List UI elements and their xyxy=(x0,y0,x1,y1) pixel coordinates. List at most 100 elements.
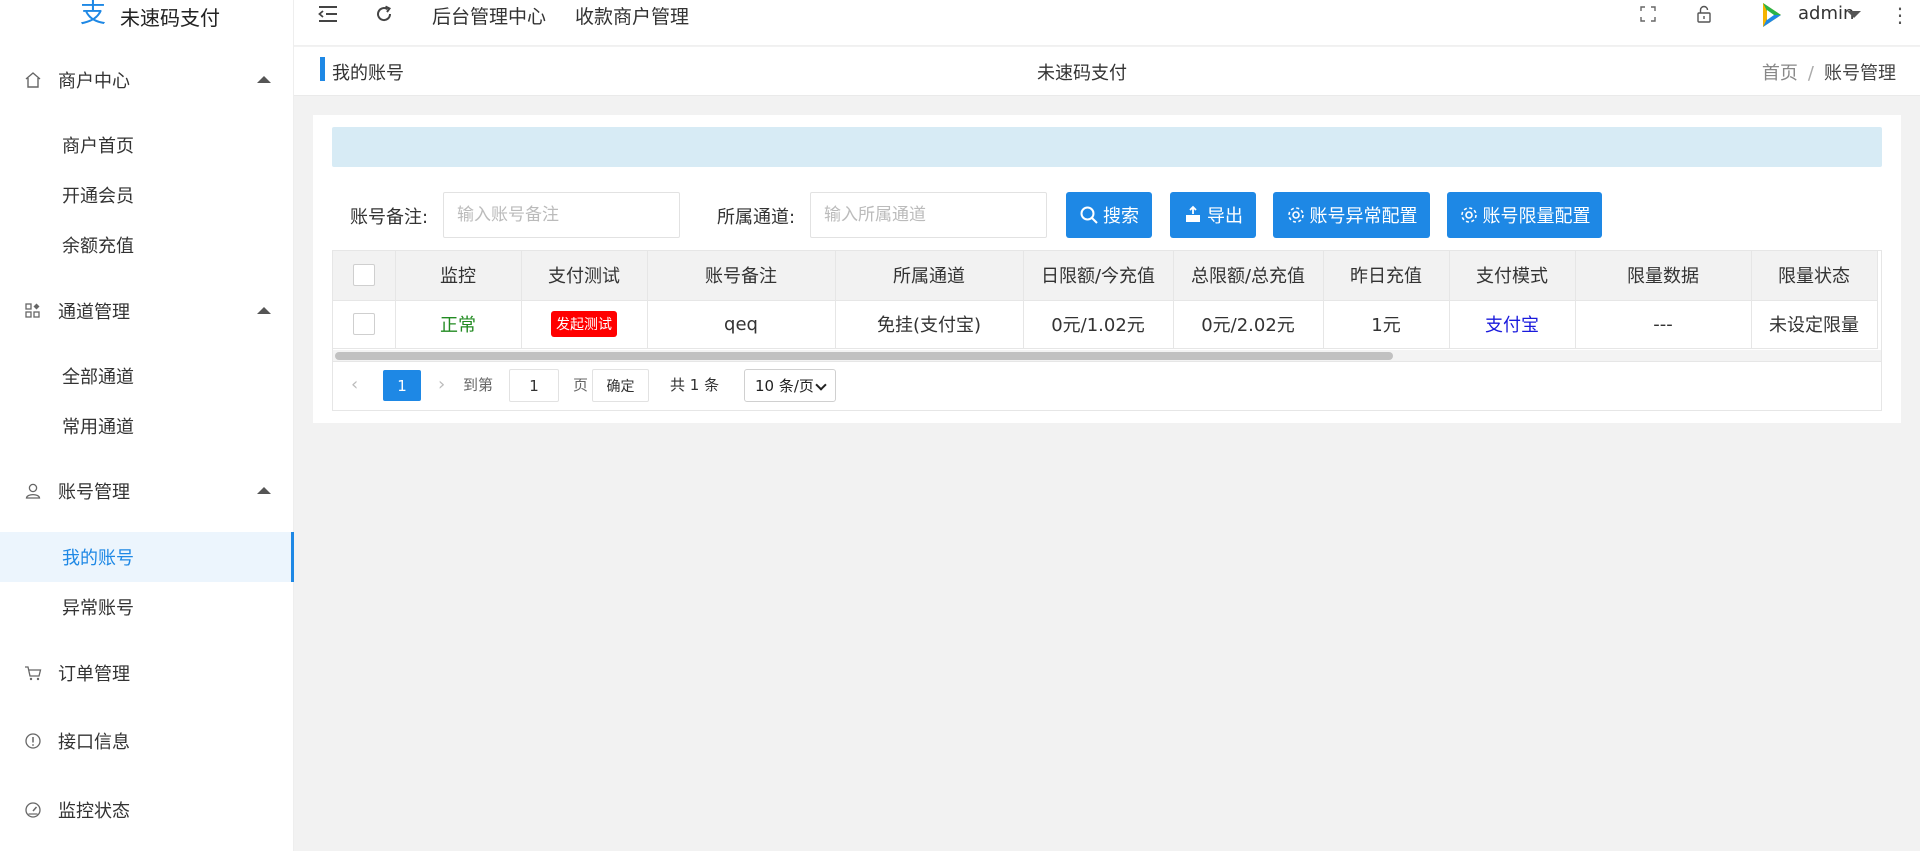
sidebar-item-merchant-home[interactable]: 商户首页 xyxy=(0,120,293,170)
row-checkbox[interactable] xyxy=(352,313,375,335)
abnormal-config-button[interactable]: 账号异常配置 xyxy=(1273,192,1430,238)
yesterday-recharge: 1元 xyxy=(1323,300,1450,349)
search-button-label: 搜索 xyxy=(1103,206,1139,227)
alipay-logo-icon: 支 xyxy=(80,0,106,28)
app-logo[interactable]: 支 未速码支付 xyxy=(0,0,293,32)
current-page-button[interactable]: 1 xyxy=(383,370,421,401)
pay-test-cell: 发起测试 xyxy=(521,300,648,349)
sidebar-group-label: 接口信息 xyxy=(58,732,130,753)
account-channel: 免挂(支付宝) xyxy=(835,300,1024,349)
sidebar: 支 未速码支付 商户中心 商户首页 开通会员 余额充值 通道管理 全部通道 常用… xyxy=(0,0,294,851)
goto-page-input[interactable] xyxy=(509,369,559,402)
info-icon xyxy=(24,732,42,750)
lock-icon[interactable] xyxy=(1691,1,1717,27)
breadcrumb-home[interactable]: 首页 xyxy=(1762,63,1798,84)
pay-test-button[interactable]: 发起测试 xyxy=(551,311,617,337)
caret-up-icon xyxy=(257,307,271,314)
user-name[interactable]: admin xyxy=(1798,3,1854,24)
limit-config-label: 账号限量配置 xyxy=(1482,206,1591,227)
accounts-table[interactable]: 监控 支付测试 账号备注 所属通道 日限额/今充值 总限额/总充值 昨日充值 支… xyxy=(332,250,1882,362)
sidebar-item-my-account[interactable]: 我的账号 xyxy=(0,532,294,582)
user-icon xyxy=(24,482,42,500)
sidebar-group-channel[interactable]: 通道管理 xyxy=(0,286,293,336)
column-header: 监控 xyxy=(395,251,522,301)
title-accent xyxy=(320,57,325,81)
limit-config-button[interactable]: 账号限量配置 xyxy=(1447,192,1602,238)
grid-icon xyxy=(24,302,42,320)
fullscreen-icon[interactable] xyxy=(1635,1,1661,27)
limit-status: 未设定限量 xyxy=(1751,300,1878,349)
breadcrumb-bar: 我的账号 未速码支付 首页 / 账号管理 xyxy=(294,47,1920,96)
export-button[interactable]: 导出 xyxy=(1170,192,1256,238)
chevron-down-icon xyxy=(815,379,827,391)
avatar[interactable] xyxy=(1756,0,1786,30)
sidebar-item-recharge[interactable]: 余额充值 xyxy=(0,220,293,270)
limit-data: --- xyxy=(1575,300,1752,349)
horizontal-scrollbar[interactable] xyxy=(333,350,1881,361)
breadcrumb: 首页 / 账号管理 xyxy=(1762,59,1896,85)
top-header: 后台管理中心 收款商户管理 admin ⋮ xyxy=(294,0,1920,46)
export-button-label: 导出 xyxy=(1207,206,1243,227)
column-header: 支付模式 xyxy=(1449,251,1576,301)
chevron-down-icon[interactable] xyxy=(1847,11,1861,18)
menu-fold-icon[interactable] xyxy=(315,1,341,27)
center-title: 未速码支付 xyxy=(1037,63,1127,84)
gear-icon xyxy=(1287,207,1304,223)
channel-filter-label: 所属通道: xyxy=(717,207,796,228)
sidebar-group-api-info[interactable]: 接口信息 xyxy=(0,716,293,766)
sidebar-group-label: 监控状态 xyxy=(58,801,130,822)
sidebar-item-all-channels[interactable]: 全部通道 xyxy=(0,351,293,401)
refresh-icon[interactable] xyxy=(371,1,397,27)
app-title: 未速码支付 xyxy=(120,5,220,30)
home-icon xyxy=(24,71,42,89)
column-header: 支付测试 xyxy=(521,251,648,301)
page-unit-label: 页 xyxy=(573,376,589,394)
nav-link-admin-center[interactable]: 后台管理中心 xyxy=(432,2,546,29)
sidebar-group-merchant[interactable]: 商户中心 xyxy=(0,55,293,105)
table-header-row: 监控 支付测试 账号备注 所属通道 日限额/今充值 总限额/总充值 昨日充值 支… xyxy=(333,251,1878,301)
gear-icon xyxy=(1460,207,1477,223)
sidebar-item-open-member[interactable]: 开通会员 xyxy=(0,170,293,220)
column-header: 总限额/总充值 xyxy=(1173,251,1324,301)
column-header: 昨日充值 xyxy=(1323,251,1450,301)
monitor-status: 正常 xyxy=(395,300,522,349)
more-icon[interactable]: ⋮ xyxy=(1890,3,1910,27)
caret-up-icon xyxy=(257,76,271,83)
remark-search-input[interactable] xyxy=(443,192,680,238)
export-icon xyxy=(1186,205,1200,222)
table-row: 正常 发起测试 qeq 免挂(支付宝) 0元/1.02元 0元/2.02元 1元… xyxy=(333,300,1878,349)
goto-label: 到第 xyxy=(463,376,494,394)
column-header: 账号备注 xyxy=(647,251,836,301)
select-all-cell xyxy=(333,251,396,301)
sidebar-group-monitor[interactable]: 监控状态 xyxy=(0,785,293,835)
breadcrumb-separator: / xyxy=(1807,63,1814,84)
search-icon xyxy=(1080,206,1098,224)
total-count: 共 1 条 xyxy=(670,376,720,394)
caret-up-icon xyxy=(257,487,271,494)
page-size-select[interactable]: 10 条/页 xyxy=(744,369,836,402)
svg-text:支: 支 xyxy=(80,0,106,28)
page-title: 我的账号 xyxy=(332,63,404,84)
abnormal-config-label: 账号异常配置 xyxy=(1309,206,1418,227)
row-select-cell xyxy=(333,300,396,349)
scrollbar-thumb[interactable] xyxy=(335,352,1393,360)
remark-filter-label: 账号备注: xyxy=(350,207,429,228)
column-header: 限量状态 xyxy=(1751,251,1878,301)
search-button[interactable]: 搜索 xyxy=(1066,192,1152,238)
next-page-icon[interactable]: › xyxy=(438,374,445,395)
total-limit: 0元/2.02元 xyxy=(1173,300,1324,349)
page-size-value: 10 条/页 xyxy=(755,377,814,395)
channel-search-input[interactable] xyxy=(810,192,1047,238)
prev-page-icon[interactable]: ‹ xyxy=(351,374,358,395)
sidebar-item-abnormal-account[interactable]: 异常账号 xyxy=(0,582,293,632)
goto-confirm-button[interactable]: 确定 xyxy=(592,369,649,402)
sidebar-item-common-channels[interactable]: 常用通道 xyxy=(0,401,293,451)
nav-link-merchant-management[interactable]: 收款商户管理 xyxy=(575,2,689,29)
pagination: ‹ 1 › 到第 页 确定 共 1 条 10 条/页 xyxy=(332,361,1882,411)
select-all-checkbox[interactable] xyxy=(352,264,375,287)
sidebar-group-orders[interactable]: 订单管理 xyxy=(0,648,293,698)
column-header: 所属通道 xyxy=(835,251,1024,301)
cart-icon xyxy=(24,664,42,682)
sidebar-group-account[interactable]: 账号管理 xyxy=(0,466,293,516)
account-list-card: 账号备注: 所属通道: 搜索 导出 账号异常配置 账号限量配置 监控 支付测试 … xyxy=(313,115,1901,423)
